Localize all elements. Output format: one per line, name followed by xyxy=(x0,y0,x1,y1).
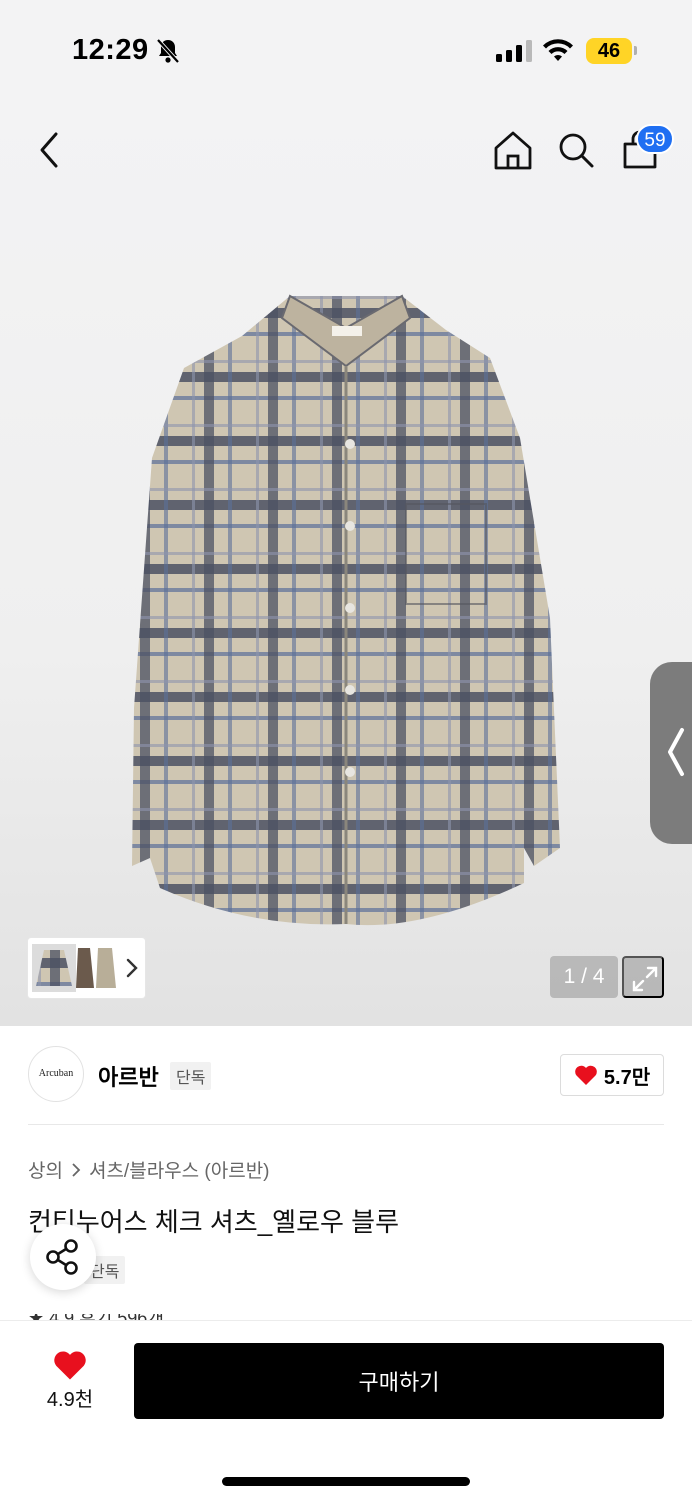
buy-button[interactable]: 구매하기 xyxy=(134,1343,664,1419)
color-thumbnails[interactable] xyxy=(28,938,145,998)
wishlist-count: 4.9천 xyxy=(46,1389,94,1411)
home-button[interactable] xyxy=(492,128,534,172)
chevron-right-icon xyxy=(126,958,138,978)
chevron-left-icon xyxy=(668,728,684,776)
brand-logo[interactable]: Arcuban xyxy=(28,1046,84,1102)
product-image[interactable] xyxy=(120,288,572,932)
search-icon xyxy=(559,133,594,168)
search-button[interactable] xyxy=(556,130,596,170)
share-icon xyxy=(46,1239,78,1275)
divider xyxy=(28,1124,664,1125)
cart-count-badge: 59 xyxy=(636,124,674,154)
back-button[interactable] xyxy=(34,128,66,172)
home-icon xyxy=(494,131,532,170)
brand-row: Arcuban 아르반 단독 5.7만 xyxy=(28,1046,664,1104)
breadcrumb: 상의 셔츠/블라우스 (아르반) xyxy=(28,1156,270,1183)
battery-tip xyxy=(634,46,637,55)
brand-name[interactable]: 아르반 xyxy=(98,1060,159,1092)
expand-icon xyxy=(632,966,658,992)
bell-slash-icon xyxy=(156,38,180,69)
chevron-left-icon xyxy=(40,132,58,168)
heart-icon xyxy=(575,1065,597,1085)
brand-like-button[interactable]: 5.7만 xyxy=(560,1054,664,1096)
breadcrumb-subcategory[interactable]: 셔츠/블라우스 (아르반) xyxy=(89,1156,270,1183)
thumbnail-images xyxy=(32,944,116,992)
image-counter: 1 / 4 xyxy=(550,956,618,998)
status-time: 12:29 xyxy=(72,34,149,66)
cellular-signal-icon xyxy=(496,40,532,62)
product-gallery[interactable]: 59 1 / 4 xyxy=(0,100,692,1026)
brand-like-count: 5.7만 xyxy=(603,1066,651,1089)
status-bar: 12:29 46 xyxy=(0,0,692,100)
share-button[interactable] xyxy=(30,1224,96,1290)
chevron-right-icon xyxy=(72,1162,81,1177)
battery-level: 46 xyxy=(586,38,632,64)
heart-icon xyxy=(54,1351,86,1380)
home-indicator[interactable] xyxy=(222,1477,470,1486)
wifi-icon xyxy=(542,37,574,68)
expand-image-button[interactable] xyxy=(622,956,664,998)
bottom-action-bar: 4.9천 구매하기 xyxy=(0,1320,692,1500)
breadcrumb-category[interactable]: 상의 xyxy=(28,1156,63,1183)
exclusive-badge: 단독 xyxy=(170,1062,212,1090)
side-panel-tab[interactable] xyxy=(650,662,692,844)
